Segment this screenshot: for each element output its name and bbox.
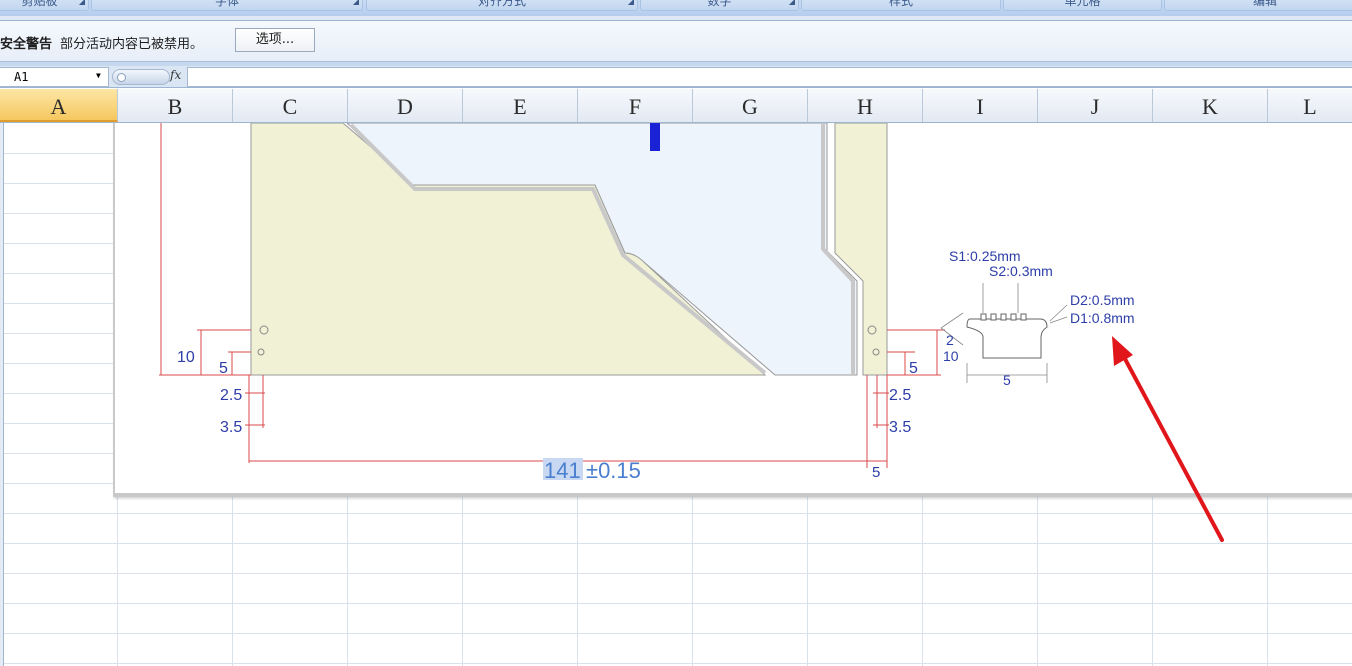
red-arrow-annotation xyxy=(1112,336,1224,542)
arrow-head-icon xyxy=(1112,336,1133,366)
arrow-shaft xyxy=(1122,355,1224,542)
